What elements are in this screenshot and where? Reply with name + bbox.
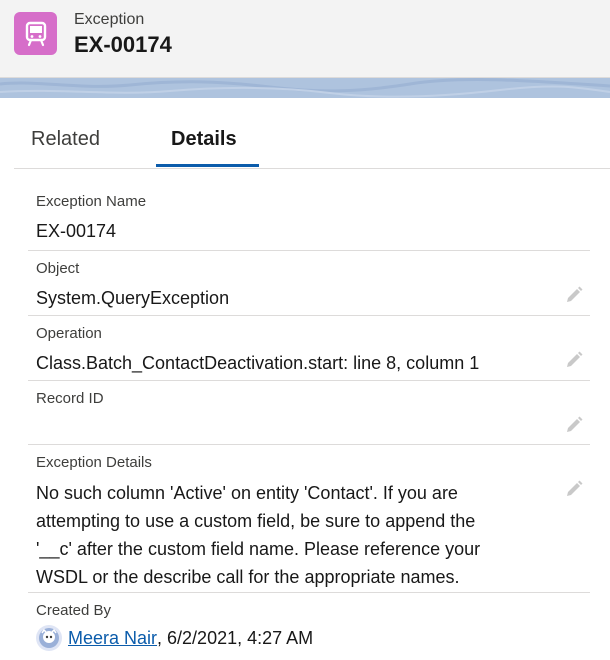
- field-created-by: Created By Meera Nair , 6/2/2021, 4:27 A…: [28, 593, 590, 660]
- created-by-user-link[interactable]: Meera Nair: [68, 628, 157, 649]
- header-decorative-band: [0, 78, 610, 98]
- field-label: Object: [36, 260, 80, 277]
- field-value-multiline: No such column 'Active' on entity 'Conta…: [36, 479, 546, 591]
- field-label: Exception Name: [36, 193, 147, 210]
- pencil-edit-icon[interactable]: [564, 285, 584, 305]
- record-title: EX-00174: [74, 32, 172, 57]
- exception-object-icon: [14, 12, 57, 55]
- details-line: No such column 'Active' on entity 'Conta…: [36, 483, 458, 503]
- created-by-row: Meera Nair , 6/2/2021, 4:27 AM: [36, 625, 313, 651]
- field-exception-name: Exception Name EX-00174: [28, 183, 590, 251]
- active-tab-indicator: [156, 164, 259, 167]
- field-value: EX-00174: [36, 221, 117, 241]
- field-label: Created By: [36, 602, 112, 619]
- field-label: Operation: [36, 325, 102, 342]
- field-label: Exception Details: [36, 454, 152, 471]
- field-exception-details: Exception Details No such column 'Active…: [28, 445, 590, 593]
- pencil-edit-icon[interactable]: [564, 350, 584, 370]
- field-object: Object System.QueryException: [28, 251, 590, 316]
- field-value: System.QueryException: [36, 288, 230, 308]
- record-header: Exception EX-00174: [0, 0, 610, 78]
- field-value: Class.Batch_ContactDeactivation.start: l…: [36, 353, 480, 373]
- created-date: , 6/2/2021, 4:27 AM: [157, 627, 314, 648]
- user-avatar-icon[interactable]: [36, 625, 62, 651]
- field-record-id: Record ID: [28, 381, 590, 445]
- details-line: '__c' after the custom field name. Pleas…: [36, 539, 481, 559]
- pencil-edit-icon[interactable]: [564, 479, 584, 499]
- field-operation: Operation Class.Batch_ContactDeactivatio…: [28, 316, 590, 381]
- pencil-edit-icon[interactable]: [564, 415, 584, 435]
- tab-related[interactable]: Related: [31, 128, 100, 151]
- details-line: attempting to use a custom field, be sur…: [36, 511, 476, 531]
- record-tabs: Related Details: [14, 98, 610, 169]
- details-line: WSDL or the describe call for the approp…: [36, 567, 460, 587]
- object-type-label: Exception: [74, 11, 145, 28]
- tab-details[interactable]: Details: [171, 128, 237, 151]
- field-label: Record ID: [36, 390, 104, 407]
